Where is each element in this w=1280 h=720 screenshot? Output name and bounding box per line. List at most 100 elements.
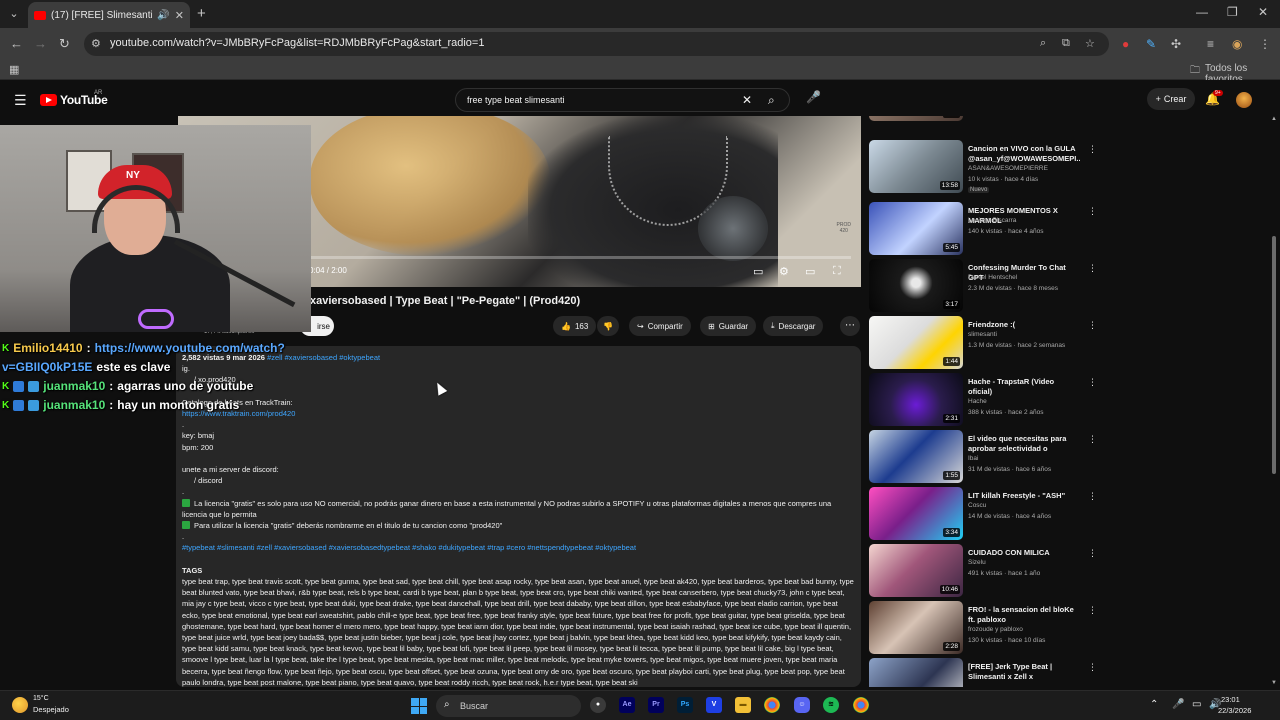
- recommendation-channel[interactable]: frozoude y pabloxo: [968, 626, 1023, 633]
- apps-grid-icon[interactable]: ▦: [9, 63, 19, 76]
- scroll-down-icon[interactable]: ▼: [1271, 680, 1277, 686]
- file-explorer-icon[interactable]: ▬: [735, 697, 751, 713]
- after-effects-icon[interactable]: Ae: [619, 697, 635, 713]
- video-thumbnail[interactable]: 1:55: [869, 430, 963, 483]
- video-thumbnail[interactable]: 1:44: [869, 316, 963, 369]
- search-box[interactable]: free type beat slimesanti ✕ ⌕: [455, 88, 790, 112]
- weather-temp[interactable]: 15°C: [33, 695, 49, 702]
- weather-sun-icon[interactable]: [12, 697, 28, 713]
- premiere-icon[interactable]: Pr: [648, 697, 664, 713]
- discord-icon[interactable]: ☺: [794, 697, 810, 713]
- discord-link[interactable]: / discord: [182, 475, 855, 486]
- tray-expand-icon[interactable]: ⌃: [1150, 699, 1158, 710]
- microphone-icon[interactable]: 🎤: [806, 90, 821, 104]
- recommendation-item[interactable]: 5:45 MEJORES MOMENTOS X MARMOL Luciano Bis…: [869, 202, 1099, 256]
- forward-icon[interactable]: →: [34, 36, 47, 52]
- spotify-icon[interactable]: ≋: [823, 697, 839, 713]
- recommendation-channel[interactable]: Ibai: [968, 455, 978, 462]
- address-bar[interactable]: ⚙ youtube.com/watch?v=JMbBRyFcPag&list=R…: [84, 32, 1109, 56]
- create-button[interactable]: + Crear: [1147, 88, 1195, 110]
- restore-icon[interactable]: ❐: [1227, 5, 1238, 19]
- video-thumbnail[interactable]: 13:58: [869, 140, 963, 193]
- tray-mic-icon[interactable]: 🎤: [1172, 699, 1184, 710]
- taskbar-search[interactable]: ⌕ Buscar: [436, 695, 581, 717]
- recommendation-item[interactable]: 3:17 Confessing Murder To Chat GPT Daniel …: [869, 259, 1099, 313]
- theater-mode-icon[interactable]: ▭: [805, 265, 815, 278]
- close-window-icon[interactable]: ✕: [1258, 5, 1268, 19]
- save-button[interactable]: ⊞ Guardar: [700, 316, 757, 336]
- settings-gear-icon[interactable]: ⚙: [779, 265, 789, 278]
- recommendation-title[interactable]: CUIDADO CON MILICA: [968, 548, 1080, 558]
- extension-blue-icon[interactable]: ✎: [1146, 37, 1156, 51]
- recommendation-channel[interactable]: Hache: [968, 398, 987, 405]
- recommendation-item[interactable]: 13:58 Cancion en VIVO con la GULA @asan_y…: [869, 140, 1099, 194]
- new-tab-icon[interactable]: +: [197, 6, 206, 21]
- recommendation-title[interactable]: FRO! - la sensacion del bloKe ft. pablox…: [968, 605, 1080, 625]
- more-options-icon[interactable]: ⋮: [1088, 144, 1097, 155]
- recommendation-title[interactable]: LIT killah Freestyle - "ASH": [968, 491, 1080, 501]
- profile-avatar-icon[interactable]: ◉: [1232, 37, 1242, 51]
- recommendation-item[interactable]: 3:34 LIT killah Freestyle - "ASH" Coscu 14 …: [869, 487, 1099, 541]
- vegas-icon[interactable]: V: [706, 697, 722, 713]
- video-thumbnail[interactable]: 3:34: [869, 487, 963, 540]
- windows-start-icon[interactable]: [411, 698, 427, 714]
- more-options-icon[interactable]: ⋮: [1088, 662, 1097, 673]
- tab-active[interactable]: (17) [FREE] Slimesanti x Zell x 🔊 ✕: [28, 2, 190, 28]
- recommendation-channel[interactable]: Daniel Hentschel: [968, 274, 1017, 281]
- chrome-menu-icon[interactable]: ⋮: [1259, 37, 1271, 51]
- chrome-active-icon[interactable]: [853, 697, 869, 713]
- recommendation-channel[interactable]: Sizelu: [968, 559, 986, 566]
- video-thumbnail[interactable]: 2:31: [869, 373, 963, 426]
- recommendation-title[interactable]: [FREE] Jerk Type Beat | Slimesanti x Zel…: [968, 662, 1080, 682]
- video-thumbnail[interactable]: [869, 658, 963, 687]
- recommendation-item[interactable]: 2:28 FRO! - la sensacion del bloKe ft. pa…: [869, 601, 1099, 655]
- like-button[interactable]: 👍 163: [553, 316, 597, 336]
- search-input[interactable]: free type beat slimesanti: [467, 95, 565, 105]
- speaker-icon[interactable]: 🔊: [157, 10, 169, 21]
- close-tab-icon[interactable]: ✕: [175, 9, 184, 22]
- tab-search-list-icon[interactable]: ≡: [1207, 37, 1214, 51]
- photoshop-icon[interactable]: Ps: [677, 697, 693, 713]
- account-avatar[interactable]: [1236, 92, 1252, 108]
- hashtags-bottom[interactable]: #typebeat #slimesanti #zell #xaviersobas…: [182, 542, 855, 553]
- recommendation-item[interactable]: [FREE] Jerk Type Beat | Slimesanti x Zel…: [869, 658, 1099, 687]
- zoom-icon[interactable]: ⌕: [1040, 37, 1046, 50]
- more-options-icon[interactable]: ⋮: [1088, 491, 1097, 502]
- recommendation-title[interactable]: Hache - TrapstaR (Video oficial): [968, 377, 1080, 397]
- network-icon[interactable]: ▭: [1192, 699, 1201, 710]
- more-options-icon[interactable]: ⋮: [1088, 320, 1097, 331]
- recommendation-channel[interactable]: ASAN&AWESOMEPIERRE: [968, 165, 1048, 172]
- video-thumbnail[interactable]: 10:46: [869, 544, 963, 597]
- video-thumbnail[interactable]: 5:45: [869, 202, 963, 255]
- more-options-icon[interactable]: ⋮: [1088, 434, 1097, 445]
- recommendation-channel[interactable]: Coscu: [968, 502, 986, 509]
- minimize-icon[interactable]: —: [1196, 5, 1208, 19]
- video-thumbnail[interactable]: 3:17: [869, 259, 963, 312]
- dislike-button[interactable]: 👎: [597, 316, 619, 336]
- recommendation-channel[interactable]: Luciano Biscarra: [968, 217, 1016, 224]
- chrome-icon[interactable]: [764, 697, 780, 713]
- subtitles-icon[interactable]: ▭: [753, 265, 763, 278]
- recommendation-item[interactable]: 1:44 Friendzone :(slimesanti 1.3 M de vist…: [869, 316, 1099, 370]
- more-options-icon[interactable]: ⋮: [1088, 548, 1097, 559]
- page-scrollbar[interactable]: ▲ ▼: [1271, 116, 1277, 687]
- more-options-icon[interactable]: ⋮: [1088, 206, 1097, 217]
- video-thumbnail[interactable]: 7:42: [869, 116, 963, 121]
- tab-search-icon[interactable]: ⌄: [6, 6, 22, 22]
- recommendation-item[interactable]: 7:4279 k vistas · hace 9 días: [869, 116, 1099, 122]
- recommendation-title[interactable]: El video que necesitas para aprobar sele…: [968, 434, 1080, 454]
- extensions-puzzle-icon[interactable]: ✣: [1171, 37, 1181, 51]
- site-info-icon[interactable]: ⚙: [91, 37, 101, 50]
- recommendation-title[interactable]: Cancion en VIVO con la GULA @asan_yf@WOW…: [968, 144, 1080, 164]
- more-options-icon[interactable]: ⋮: [1088, 605, 1097, 616]
- fullscreen-icon[interactable]: ⛶: [833, 265, 841, 278]
- download-button[interactable]: ⤓ Descargar: [763, 316, 824, 336]
- recommendation-item[interactable]: 2:31 Hache - TrapstaR (Video oficial) Hach…: [869, 373, 1099, 427]
- recommendation-channel[interactable]: slimesanti: [968, 331, 997, 338]
- install-icon[interactable]: ⧉: [1062, 37, 1070, 50]
- more-actions-icon[interactable]: ⋯: [840, 316, 860, 336]
- clear-search-icon[interactable]: ✕: [742, 93, 752, 107]
- reload-icon[interactable]: ↻: [59, 36, 70, 52]
- extension-red-icon[interactable]: ●: [1122, 37, 1129, 51]
- weather-desc[interactable]: Despejado: [33, 705, 69, 714]
